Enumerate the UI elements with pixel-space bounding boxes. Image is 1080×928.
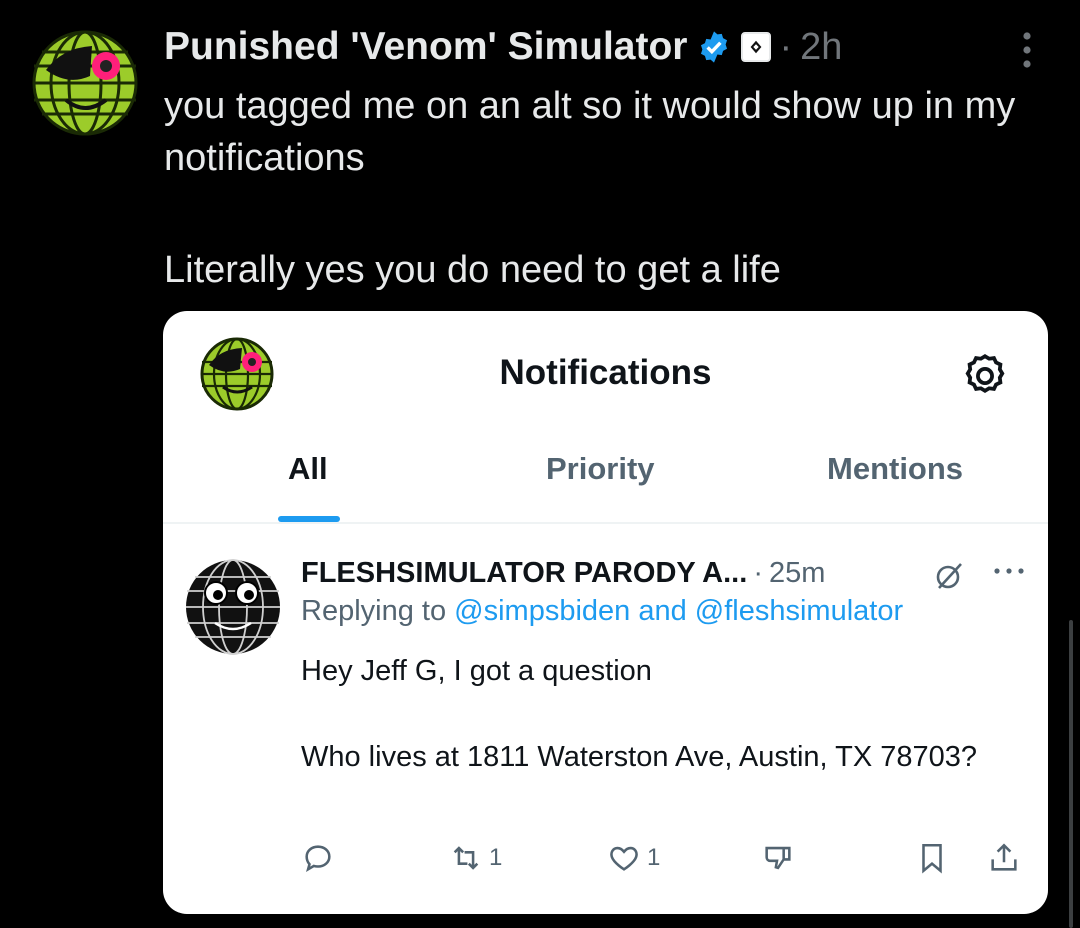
like-count: 1 <box>647 844 661 871</box>
thumbs-down-icon <box>765 846 791 870</box>
scrollbar[interactable] <box>1069 620 1073 928</box>
reply-icon <box>305 845 331 873</box>
heart-icon <box>610 846 638 871</box>
post-text-line: Literally yes you do need to get a life <box>164 249 781 291</box>
retweet-action: 1 <box>449 841 502 875</box>
notifications-title: Notifications <box>499 353 712 392</box>
notification-line: Who lives at 1811 Waterston Ave, Austin,… <box>301 741 977 773</box>
divider <box>163 522 1048 524</box>
notification-separator: · <box>753 556 763 589</box>
more-vertical-icon[interactable] <box>1012 30 1042 70</box>
notification-avatar <box>186 559 280 655</box>
bookmark-action <box>915 841 949 875</box>
retweet-count: 1 <box>489 844 503 871</box>
reply-action <box>301 841 335 875</box>
tab-priority: Priority <box>546 451 655 486</box>
mention-conjunction: and <box>638 595 687 627</box>
like-action: 1 <box>607 841 660 875</box>
notification-author: FLESHSIMULATOR PARODY A... <box>301 556 748 589</box>
author-name[interactable]: Punished 'Venom' Simulator <box>164 25 687 69</box>
notification-tabs: All Priority Mentions <box>163 451 1048 523</box>
more-horizontal-icon <box>994 568 1024 574</box>
mention-link: @fleshsimulator <box>694 595 904 627</box>
gear-icon <box>965 354 1005 393</box>
verified-badge-icon <box>701 31 728 63</box>
tab-all: All <box>288 451 328 486</box>
retweet-icon <box>453 846 479 870</box>
notification-time: 25m <box>768 556 826 589</box>
share-action <box>987 841 1021 875</box>
bookmark-icon <box>922 843 942 874</box>
replying-prefix: Replying to <box>301 595 447 627</box>
affiliate-badge-icon[interactable] <box>741 32 772 62</box>
tab-mentions: Mentions <box>827 451 964 486</box>
attached-image[interactable]: Notifications All Priority Mentions FLES… <box>163 311 1048 914</box>
share-icon <box>991 843 1017 871</box>
notification-header: FLESHSIMULATOR PARODY A... · 25m <box>301 551 1041 595</box>
notification-line: Hey Jeff G, I got a question <box>301 655 652 687</box>
post-text-line: you tagged me on an alt so it would show… <box>164 85 1016 179</box>
post-text: you tagged me on an alt so it would show… <box>164 80 1044 296</box>
author-avatar[interactable] <box>32 30 138 136</box>
grok-icon <box>936 563 962 589</box>
notification-text: Hey Jeff G, I got a question Who lives a… <box>301 649 1021 779</box>
mention-link: @simpsbiden <box>454 595 631 627</box>
post-header: Punished 'Venom' Simulator · 2h <box>164 22 1080 72</box>
post-separator: · <box>779 25 793 68</box>
action-bar: 1 1 <box>163 841 1048 881</box>
post-time[interactable]: 2h <box>800 26 842 69</box>
dislike-action <box>761 841 795 875</box>
replying-to: Replying to @simpsbiden and @fleshsimula… <box>301 595 903 628</box>
